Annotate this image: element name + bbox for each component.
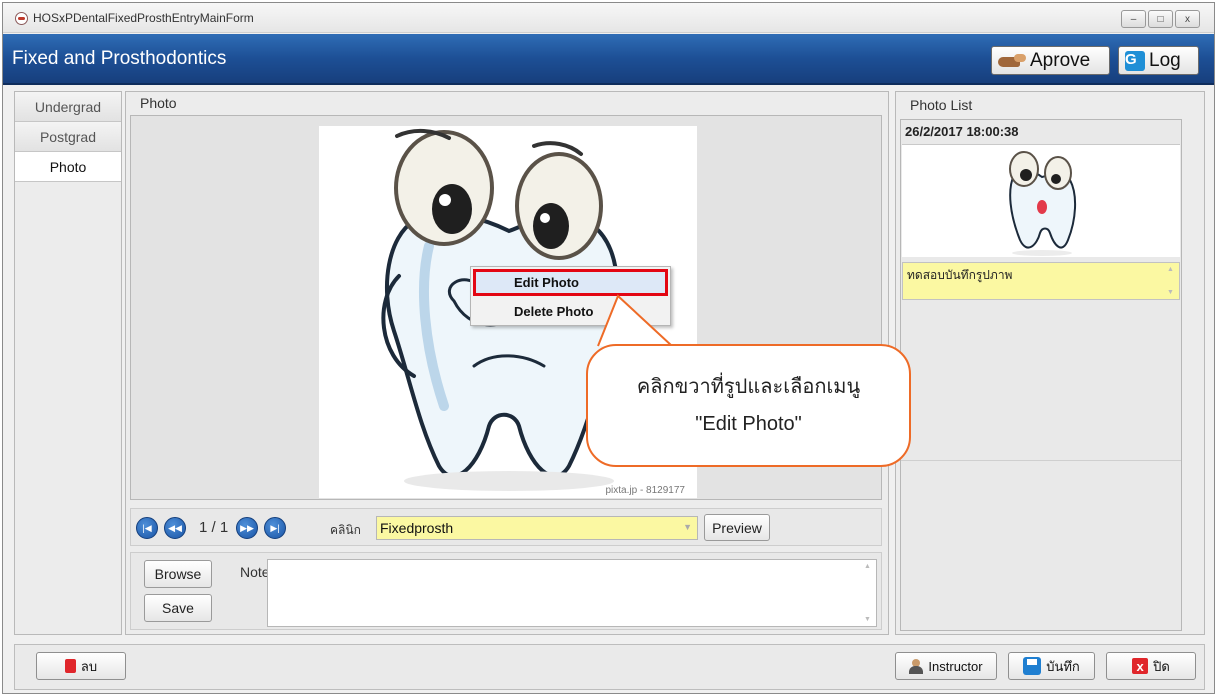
next-photo-button[interactable]: ▶▶ [236, 517, 258, 539]
handshake-icon [998, 53, 1026, 69]
instructor-button[interactable]: Instructor [895, 652, 997, 680]
note-textarea[interactable]: ▲ ▼ [267, 559, 877, 627]
photo-panel-title: Photo [140, 95, 177, 111]
note-label: Note [240, 564, 270, 580]
log-label: Log [1149, 49, 1181, 71]
clinic-value: Fixedprosth [380, 520, 454, 536]
app-icon [15, 12, 28, 25]
instructor-label: Instructor [928, 658, 983, 674]
approve-label: Aprove [1030, 49, 1091, 71]
note-scrollbar[interactable]: ▲ ▼ [864, 563, 873, 623]
tab-postgrad[interactable]: Postgrad [15, 122, 121, 152]
photo-note-text: ทดสอบบันทึกรูปภาพ [907, 268, 1013, 282]
photo-list-divider [901, 460, 1181, 461]
photo-list-panel: Photo List 26/2/2017 18:00:38 ทดสอบบันทึ… [895, 91, 1205, 635]
close-button[interactable]: x ปิด [1106, 652, 1196, 680]
photo-list-title: Photo List [910, 96, 973, 113]
callout-line-1: คลิกขวาที่รูปและเลือกเมนู [636, 375, 861, 398]
window-controls: ‒ □ x [1121, 10, 1200, 28]
save-disk-icon [1023, 657, 1042, 675]
first-photo-button[interactable]: |◀ [136, 517, 158, 539]
log-button[interactable]: G Log [1118, 46, 1199, 75]
approve-button[interactable]: Aprove [991, 46, 1110, 75]
page-title: Fixed and Prosthodontics [12, 48, 227, 69]
close-label: ปิด [1153, 658, 1170, 674]
window-title: HOSxPDentalFixedProsthEntryMainForm [33, 11, 254, 25]
title-bar: HOSxPDentalFixedProsthEntryMainForm ‒ □ … [3, 3, 1214, 33]
clinic-dropdown[interactable]: Fixedprosth ▼ [376, 516, 698, 540]
minimize-button[interactable]: ‒ [1121, 10, 1146, 28]
side-tabs: Undergrad Postgrad Photo [14, 91, 122, 635]
photo-pager: 1 / 1 [199, 519, 229, 536]
person-icon [909, 658, 924, 674]
delete-label: ลบ [80, 658, 98, 674]
photo-navigation-bar: |◀ ◀◀ 1 / 1 ▶▶ ▶| คลินิก Fixedprosth ▼ P… [130, 508, 882, 546]
save-photo-button[interactable]: Save [144, 594, 212, 622]
menu-item-edit-photo[interactable]: Edit Photo [473, 269, 668, 296]
menu-item-delete-photo[interactable]: Delete Photo [471, 298, 670, 324]
delete-button[interactable]: ลบ [36, 652, 126, 680]
close-icon: x [1132, 658, 1149, 674]
photo-thumbnail[interactable] [902, 144, 1180, 257]
photo-list-item-date[interactable]: 26/2/2017 18:00:38 [901, 120, 1181, 142]
photo-watermark: pixta.jp - 8129177 [605, 485, 685, 496]
browse-button[interactable]: Browse [144, 560, 212, 588]
last-photo-button[interactable]: ▶| [264, 517, 286, 539]
photo-list-item-note[interactable]: ทดสอบบันทึกรูปภาพ ▲ ▼ [902, 262, 1180, 300]
preview-button[interactable]: Preview [704, 514, 770, 541]
clinic-label: คลินิก [330, 523, 361, 537]
save-button[interactable]: บันทึก [1008, 652, 1095, 680]
tab-undergrad[interactable]: Undergrad [15, 92, 121, 122]
photo-list: 26/2/2017 18:00:38 ทดสอบบันทึกรูปภาพ ▲ ▼ [900, 119, 1182, 631]
photo-note-scrollbar[interactable]: ▲ ▼ [1167, 266, 1176, 296]
close-window-button[interactable]: x [1175, 10, 1200, 28]
log-icon: G [1125, 50, 1145, 71]
tab-photo[interactable]: Photo [15, 152, 121, 182]
callout-line-2: "Edit Photo" [695, 412, 802, 435]
form-header: Fixed and Prosthodontics Aprove G Log [3, 34, 1214, 85]
instruction-callout: คลิกขวาที่รูปและเลือกเมนู "Edit Photo" [586, 344, 911, 467]
trash-icon [64, 659, 76, 673]
note-area: Browse Save Note ▲ ▼ [130, 552, 882, 630]
maximize-button[interactable]: □ [1148, 10, 1173, 28]
tooth-thumbnail-image [1009, 151, 1076, 256]
save-label: บันทึก [1046, 658, 1080, 674]
footer-toolbar: ลบ Instructor บันทึก x ปิด [14, 644, 1205, 690]
photo-context-menu: Edit Photo Delete Photo [470, 266, 671, 326]
previous-photo-button[interactable]: ◀◀ [164, 517, 186, 539]
chevron-down-icon[interactable]: ▼ [683, 522, 692, 532]
